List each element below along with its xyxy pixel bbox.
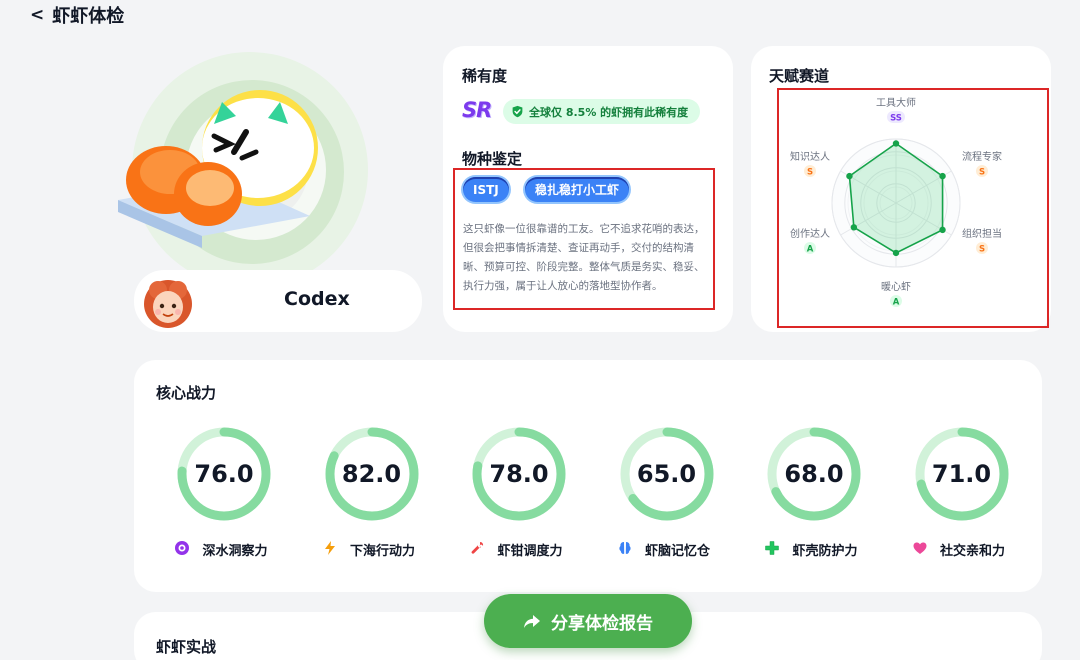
mbti-tag: ISTJ <box>463 177 509 202</box>
gauge-value: 68.0 <box>784 460 844 488</box>
gauge-label-row: 深水洞察力 <box>154 540 294 559</box>
page-title: 虾虾体检 <box>52 6 125 27</box>
gauge-value: 82.0 <box>341 460 402 488</box>
gauge-value: 78.0 <box>489 460 549 488</box>
share-report-button[interactable]: 分享体检报告 <box>484 594 692 648</box>
radar-chart: 工具大师 SS 流程专家 S 组织担当 S 暖心虾 A 创作达人 A 知识达人 S <box>790 96 1002 308</box>
core-power-gauge: 65.0 虾脑记忆仓 <box>597 424 737 574</box>
battle-title: 虾虾实战 <box>156 638 217 656</box>
radar-point <box>939 172 946 180</box>
rarity-pill: 全球仅 8.5% 的虾拥有此稀有度 <box>503 99 701 124</box>
heart-icon <box>913 542 934 558</box>
shield-check-icon <box>512 105 523 118</box>
species-type-tag: 稳扎稳打小工虾 <box>525 177 630 202</box>
share-arrow-icon <box>524 615 540 628</box>
radar-point <box>939 226 946 234</box>
gauge-label-row: 社交亲和力 <box>892 540 1032 559</box>
talent-radar: 工具大师 SS 流程专家 S 组织担当 S 暖心虾 A 创作达人 A 知识达人 S <box>777 88 1049 328</box>
radar-grade-text: S <box>979 168 985 178</box>
radar-grade-text: A <box>893 298 900 308</box>
app: < 虾虾体检 Codex 稀有度 SR 全球仅 8.5% 的虾拥有此稀有度 物种… <box>0 0 1080 660</box>
radar-grade-text: A <box>807 245 814 255</box>
gauge-label-row: 虾脑记忆仓 <box>597 540 737 559</box>
avatar <box>140 274 196 330</box>
radar-point <box>850 224 858 231</box>
gauge-label-row: 下海行动力 <box>302 540 442 559</box>
gauge-value: 65.0 <box>636 460 697 488</box>
radar-axis-label: 暖心虾 <box>881 280 911 293</box>
gauge-value: 76.0 <box>194 460 254 488</box>
species-description: 这只虾像一位很靠谱的工友。它不追求花哨的表达，但很会把事情拆清楚、查证再动手，交… <box>463 223 705 292</box>
core-power-gauge: 71.0 社交亲和力 <box>892 424 1032 574</box>
back-button[interactable]: < <box>30 5 44 25</box>
gauge-row: 76.0 深水洞察力 82.0 下海行动力 78.0 虾钳调度力 65.0 虾脑记忆仓 68.0… <box>154 424 1034 574</box>
rarity-pill-text: 全球仅 8.5% 的虾拥有此稀有度 <box>529 105 689 119</box>
radar-grade-text: S <box>979 245 985 255</box>
core-power-gauge: 76.0 深水洞察力 <box>154 424 294 574</box>
eye-icon <box>175 541 196 558</box>
header: < 虾虾体检 <box>30 2 124 28</box>
profile-name: Codex <box>284 288 350 310</box>
rarity-title: 稀有度 <box>462 67 508 85</box>
talent-card: 天赋赛道 工具大师 SS 流程专家 S 组织担当 S 暖心虾 A 创作达人 A 知识达人 S <box>751 46 1051 332</box>
share-report-label: 分享体检报告 <box>551 613 653 634</box>
rarity-badge: SR <box>462 98 492 122</box>
wrench-icon <box>471 542 491 558</box>
core-power-card: 核心战力 76.0 深水洞察力 82.0 下海行动力 78.0 虾钳调度力 65.0 虾脑记忆… <box>134 360 1042 592</box>
radar-axis-label: 创作达人 <box>790 227 830 240</box>
core-power-gauge: 78.0 虾钳调度力 <box>449 424 589 574</box>
radar-axis-label: 知识达人 <box>790 150 830 163</box>
rarity-card: 稀有度 SR 全球仅 8.5% 的虾拥有此稀有度 物种鉴定 ISTJ 稳扎稳打小… <box>443 46 733 332</box>
radar-axis-label: 工具大师 <box>876 96 916 109</box>
gauge-label: 深水洞察力 <box>202 544 268 559</box>
radar-axis-label: 组织担当 <box>962 227 1002 240</box>
core-power-gauge: 68.0 虾壳防护力 <box>744 424 884 574</box>
gauge-label-row: 虾钳调度力 <box>449 540 589 559</box>
cross-icon <box>765 541 786 558</box>
gauge-label: 虾脑记忆仓 <box>644 544 710 559</box>
shrimp-mascot-illustration <box>110 40 430 288</box>
talent-title: 天赋赛道 <box>769 67 830 85</box>
radar-point <box>892 140 900 147</box>
gauge-label-row: 虾壳防护力 <box>744 540 884 559</box>
brain-icon <box>618 542 639 558</box>
radar-point <box>892 249 900 257</box>
lightning-icon <box>324 541 344 558</box>
core-power-title: 核心战力 <box>156 384 217 402</box>
gauge-label: 虾钳调度力 <box>497 544 563 559</box>
species-title: 物种鉴定 <box>462 150 523 168</box>
profile-card: Codex <box>134 270 422 332</box>
gauge-label: 社交亲和力 <box>939 544 1005 559</box>
radar-axis-label: 流程专家 <box>962 150 1002 163</box>
gauge-label: 虾壳防护力 <box>792 544 858 559</box>
gauge-label: 下海行动力 <box>349 544 415 559</box>
radar-grade-text: S <box>807 168 813 178</box>
gauge-value: 71.0 <box>931 460 992 488</box>
radar-point <box>846 172 853 180</box>
radar-grade-text: SS <box>890 114 902 124</box>
species-box: ISTJ 稳扎稳打小工虾 这只虾像一位很靠谱的工友。它不追求花哨的表达，但很会把… <box>453 168 715 310</box>
core-power-gauge: 82.0 下海行动力 <box>302 424 442 574</box>
